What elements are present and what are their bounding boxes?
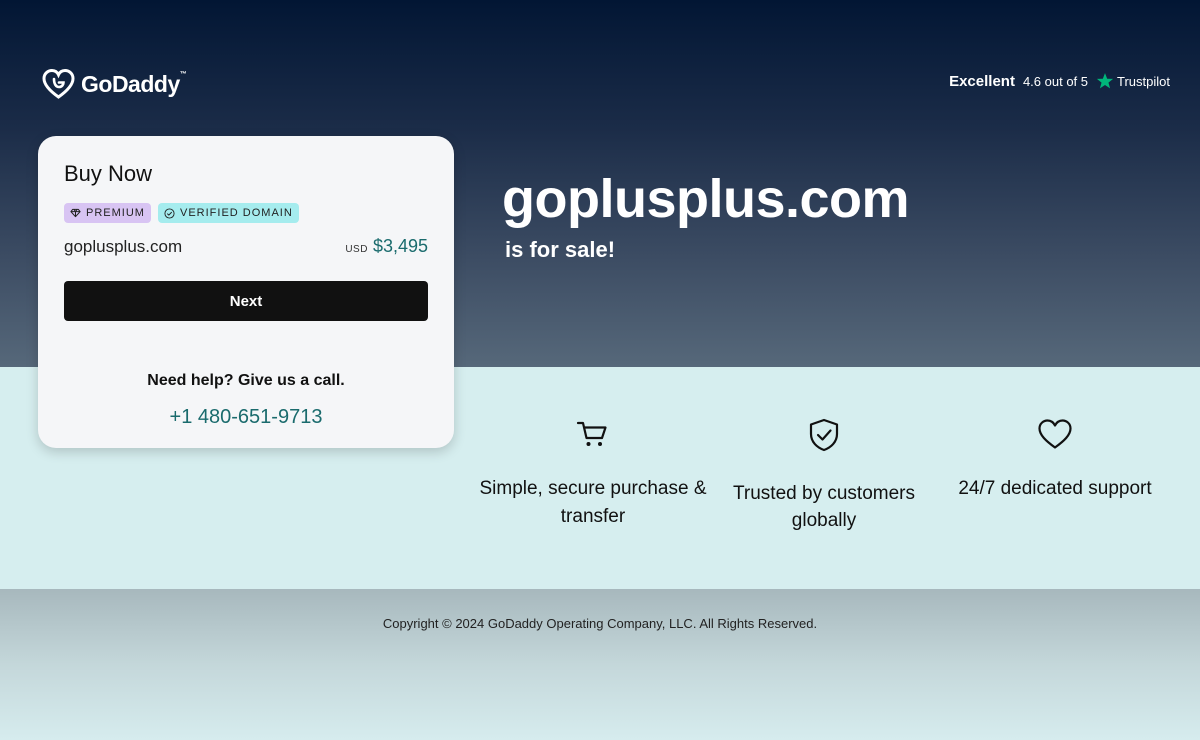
rating-label: Excellent [949, 72, 1015, 90]
heart-icon [1038, 419, 1072, 449]
hero-domain-title: goplusplus.com [502, 169, 910, 229]
trustpilot-star-icon [1096, 73, 1114, 89]
footer [0, 589, 1200, 740]
shield-check-icon [809, 418, 839, 452]
hero-subtitle: is for sale! [505, 237, 616, 262]
copyright-text: Copyright © 2024 GoDaddy Operating Compa… [382, 616, 818, 631]
verified-check-icon [164, 207, 175, 219]
trustpilot-brand: Trustpilot [1117, 73, 1170, 89]
phone-link[interactable]: +1 480-651-9713 [38, 406, 454, 429]
card-title: Buy Now [64, 161, 153, 186]
price-value: $3,495 [372, 236, 428, 256]
godaddy-logo[interactable]: GoDaddy™ [42, 68, 187, 100]
verified-domain-badge: VERIFIED DOMAIN [158, 203, 299, 223]
godaddy-wordmark: GoDaddy™ [81, 70, 187, 98]
feature-text: 24/7 dedicated support [958, 478, 1152, 499]
rating-score: 4.6 out of 5 [1022, 73, 1089, 89]
trustpilot-rating[interactable]: Excellent 4.6 out of 5 Trustpilot [949, 72, 1170, 90]
cart-icon [576, 421, 607, 446]
premium-badge: PREMIUM [64, 203, 151, 223]
feature-trusted: Trusted by customers globally [709, 418, 939, 534]
next-button[interactable]: Next [64, 281, 428, 321]
godaddy-heart-logo-icon [42, 68, 75, 99]
brand-name: GoDaddy [81, 70, 180, 97]
feature-secure-purchase: Simple, secure purchase & transfer [478, 418, 708, 531]
feature-text: Simple, secure purchase & transfer [479, 478, 707, 527]
card-domain-name: goplusplus.com [64, 237, 183, 256]
diamond-icon [70, 208, 81, 218]
price-currency: USD [345, 244, 368, 255]
premium-badge-label: PREMIUM [86, 207, 145, 219]
help-text: Need help? Give us a call. [147, 372, 345, 389]
trademark-symbol: ™ [179, 70, 187, 78]
verified-badge-label: VERIFIED DOMAIN [180, 207, 293, 219]
feature-text: Trusted by customers globally [733, 483, 915, 531]
price: USD $3,495 [345, 236, 428, 257]
feature-support: 24/7 dedicated support [940, 418, 1170, 503]
buy-now-card: Buy Now PREMIUM VERIFIED DOMAIN gopluspl… [38, 136, 454, 448]
